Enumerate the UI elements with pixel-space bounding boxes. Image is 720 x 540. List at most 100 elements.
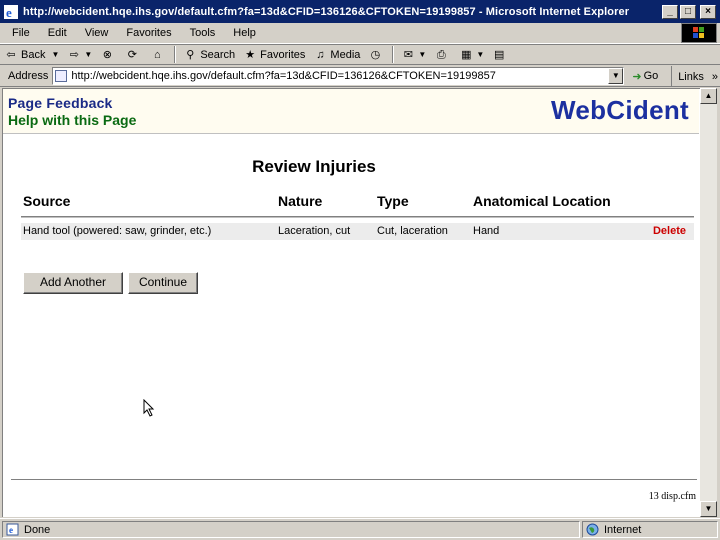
column-header-source: Source [23, 193, 71, 209]
menu-file[interactable]: File [0, 27, 36, 39]
forward-dropdown-icon[interactable]: ▼ [84, 50, 92, 59]
address-dropdown-icon[interactable]: ▼ [608, 68, 624, 84]
forward-arrow-icon: ⇨ [69, 48, 79, 61]
mail-dropdown-icon[interactable]: ▼ [418, 50, 426, 59]
column-header-type: Type [377, 193, 409, 209]
svg-text:e: e [9, 525, 13, 535]
scroll-up-button[interactable]: ▲ [700, 88, 717, 104]
page-done-icon: e [6, 523, 19, 536]
back-label: Back [21, 48, 46, 61]
go-arrow-icon: ➜ [632, 70, 642, 83]
status-main: e Done [2, 521, 580, 538]
menu-edit[interactable]: Edit [36, 27, 73, 39]
edit-icon: ▦ [461, 48, 472, 61]
home-button[interactable]: ⌂ [146, 48, 171, 62]
column-header-nature: Nature [278, 193, 323, 209]
links-label: Links [678, 70, 704, 83]
links-more-icon: » [711, 70, 718, 83]
stop-icon: ⊗ [102, 48, 112, 61]
mail-button[interactable]: ✉ ▼ [397, 48, 430, 62]
page-feedback-link[interactable]: Page Feedback [8, 95, 113, 111]
add-another-button[interactable]: Add Another [23, 272, 123, 294]
address-url[interactable]: http://webcident.hqe.ihs.gov/default.cfm… [71, 70, 495, 82]
window-title: http://webcident.hqe.ihs.gov/default.cfm… [23, 5, 630, 18]
footer-page-id: 13 disp.cfm [648, 491, 696, 502]
forward-button[interactable]: ⇨ ▼ [63, 48, 96, 62]
status-bar: e Done Internet [0, 518, 720, 540]
minimize-button[interactable]: _ [662, 4, 678, 19]
row-nature: Laceration, cut [278, 225, 351, 237]
column-header-location: Anatomical Location [473, 193, 611, 209]
maximize-button[interactable]: □ [680, 4, 696, 19]
go-label: Go [643, 70, 659, 82]
history-button[interactable]: ◷ [364, 48, 389, 62]
menu-bar: File Edit View Favorites Tools Help [0, 23, 720, 44]
media-icon: ♫ [316, 48, 325, 61]
go-button[interactable]: ➜ Go [628, 70, 662, 83]
browser-window: e http://webcident.hqe.ihs.gov/default.c… [0, 0, 720, 540]
address-bar: Address http://webcident.hqe.ihs.gov/def… [0, 66, 720, 87]
edit-dropdown-icon[interactable]: ▼ [476, 50, 484, 59]
mail-icon: ✉ [403, 48, 413, 61]
windows-flag-icon [693, 27, 704, 38]
print-icon: ⎙ [436, 48, 446, 61]
search-button[interactable]: ⚲ Search [179, 48, 239, 62]
svg-text:e: e [6, 5, 12, 20]
media-label: Media [330, 48, 361, 61]
menu-help[interactable]: Help [221, 27, 262, 39]
mouse-cursor-icon [143, 399, 155, 417]
history-icon: ◷ [370, 48, 381, 61]
back-button[interactable]: ⇦ Back ▼ [0, 48, 63, 62]
print-button[interactable]: ⎙ [430, 48, 455, 62]
internet-explorer-icon: e [4, 4, 18, 20]
status-text: Done [24, 523, 51, 536]
menu-favorites[interactable]: Favorites [114, 27, 177, 39]
table-row: Hand tool (powered: saw, grinder, etc.) … [21, 223, 694, 240]
favorites-button[interactable]: ★ Favorites [239, 48, 309, 62]
favorites-icon: ★ [245, 48, 256, 61]
home-icon: ⌂ [153, 48, 161, 61]
webcident-logo: WebCident [551, 95, 689, 125]
header-divider [3, 133, 699, 134]
zone-text: Internet [604, 523, 642, 536]
media-button[interactable]: ♫ Media [309, 48, 364, 62]
table-header-divider [21, 216, 694, 218]
search-label: Search [200, 48, 236, 61]
links-button[interactable]: Links » [671, 66, 718, 87]
address-input[interactable]: http://webcident.hqe.ihs.gov/default.cfm… [52, 67, 625, 85]
discuss-button[interactable]: ▤ [488, 48, 513, 62]
menu-view[interactable]: View [73, 27, 115, 39]
windows-logo [681, 23, 717, 43]
page-header: Page Feedback Help with this Page WebCid… [3, 89, 699, 133]
back-dropdown-icon[interactable]: ▼ [51, 50, 59, 59]
toolbar-separator [174, 46, 177, 63]
delete-link[interactable]: Delete [653, 225, 686, 237]
refresh-icon: ⟳ [127, 48, 137, 61]
favorites-label: Favorites [260, 48, 306, 61]
menu-tools[interactable]: Tools [178, 27, 222, 39]
standard-toolbar: ⇦ Back ▼ ⇨ ▼ ⊗ ⟳ ⌂ ⚲ Search ★ Favorites … [0, 44, 720, 65]
edit-button[interactable]: ▦ ▼ [455, 48, 488, 62]
back-arrow-icon: ⇦ [6, 48, 16, 61]
discuss-icon: ▤ [494, 48, 505, 61]
scroll-down-button[interactable]: ▼ [700, 501, 717, 517]
continue-button[interactable]: Continue [128, 272, 198, 294]
toolbar-separator [392, 46, 395, 63]
close-button[interactable]: × [700, 4, 716, 19]
row-type: Cut, laceration [377, 225, 448, 237]
page-icon [55, 70, 68, 82]
stop-button[interactable]: ⊗ [96, 48, 121, 62]
help-link[interactable]: Help with this Page [8, 112, 136, 128]
refresh-button[interactable]: ⟳ [121, 48, 146, 62]
vertical-scrollbar[interactable]: ▲ ▼ [700, 88, 717, 517]
globe-icon [586, 523, 599, 536]
page-content: Page Feedback Help with this Page WebCid… [2, 88, 700, 517]
status-zone: Internet [582, 521, 718, 538]
address-label: Address [8, 70, 49, 82]
search-icon: ⚲ [186, 48, 195, 61]
row-location: Hand [473, 225, 500, 237]
row-source: Hand tool (powered: saw, grinder, etc.) [23, 225, 212, 237]
footer-divider [11, 479, 697, 481]
page-title: Review Injuries [252, 157, 376, 176]
title-bar[interactable]: e http://webcident.hqe.ihs.gov/default.c… [0, 0, 720, 23]
